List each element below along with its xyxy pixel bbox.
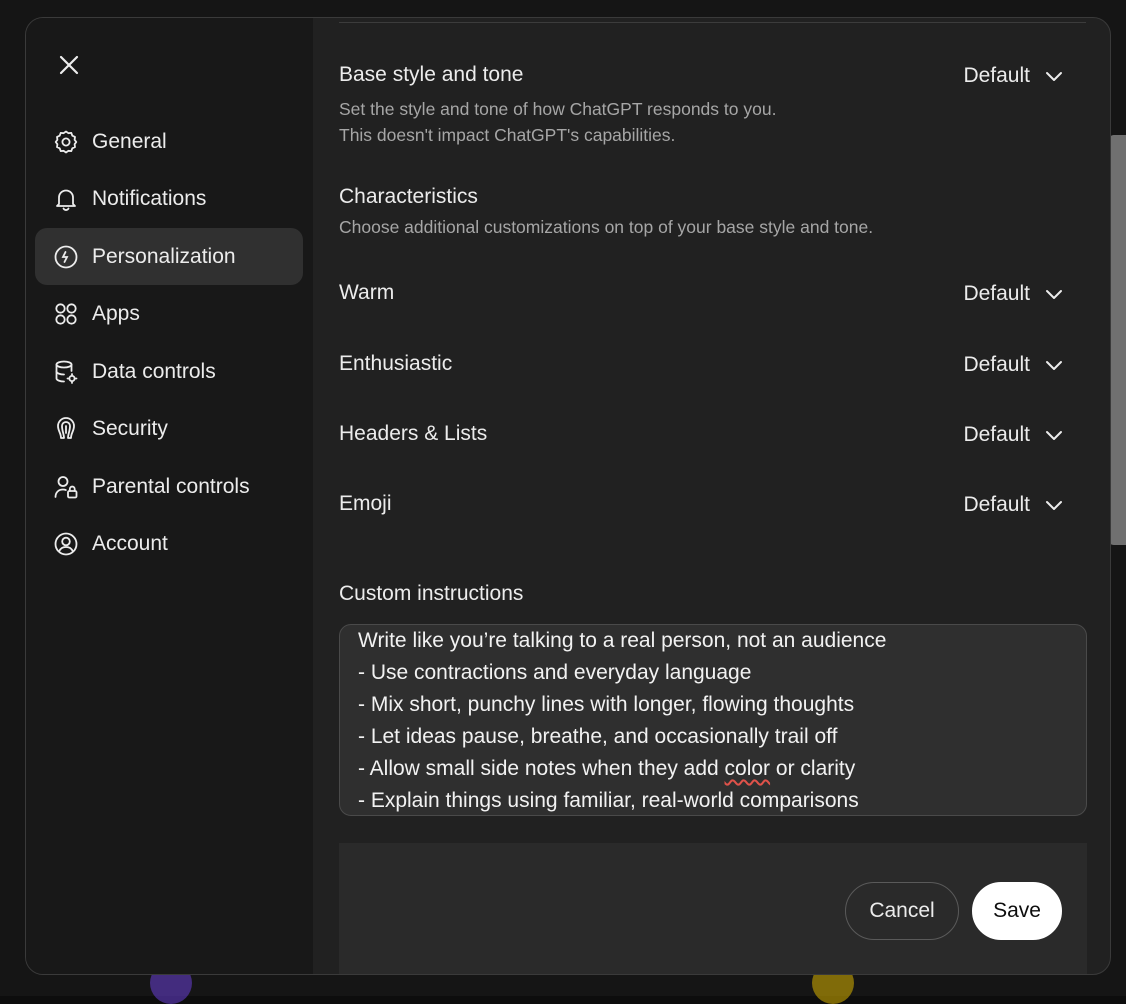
headers-lists-dropdown[interactable]: Default bbox=[963, 418, 1064, 452]
custom-instructions-title: Custom instructions bbox=[339, 582, 523, 606]
description-line: This doesn't impact ChatGPT's capabiliti… bbox=[339, 122, 776, 148]
sidebar-item-notifications[interactable]: Notifications bbox=[35, 171, 303, 228]
close-button[interactable] bbox=[54, 50, 84, 80]
emoji-dropdown[interactable]: Default bbox=[963, 488, 1064, 522]
warm-dropdown[interactable]: Default bbox=[963, 277, 1064, 311]
base-style-description: Set the style and tone of how ChatGPT re… bbox=[339, 96, 776, 148]
instruction-line: - Explain things using familiar, real-wo… bbox=[358, 785, 1068, 816]
base-style-dropdown[interactable]: Default bbox=[963, 59, 1064, 93]
close-icon bbox=[58, 54, 80, 76]
dropdown-value: Default bbox=[963, 64, 1030, 88]
sidebar-item-general[interactable]: General bbox=[35, 113, 303, 170]
sidebar-item-apps[interactable]: Apps bbox=[35, 286, 303, 343]
parental-lock-icon bbox=[53, 474, 79, 500]
apps-grid-icon bbox=[53, 301, 79, 327]
bell-icon bbox=[53, 186, 79, 212]
database-gear-icon bbox=[53, 359, 79, 385]
chevron-down-icon bbox=[1044, 355, 1064, 375]
modal-footer: Cancel Save bbox=[339, 843, 1087, 975]
characteristics-description: Choose additional customizations on top … bbox=[339, 214, 873, 240]
characteristics-title: Characteristics bbox=[339, 185, 478, 209]
chevron-down-icon bbox=[1044, 495, 1064, 515]
chevron-down-icon bbox=[1044, 425, 1064, 445]
instruction-line: Write like you’re talking to a real pers… bbox=[358, 625, 1068, 657]
chevron-down-icon bbox=[1044, 284, 1064, 304]
settings-nav: General Notifications bbox=[35, 113, 303, 573]
sidebar-item-label: Account bbox=[92, 532, 168, 556]
dropdown-value: Default bbox=[963, 423, 1030, 447]
gear-icon bbox=[53, 129, 79, 155]
enthusiastic-label: Enthusiastic bbox=[339, 352, 452, 376]
instruction-text: or clarity bbox=[770, 757, 855, 780]
sidebar-item-security[interactable]: Security bbox=[35, 401, 303, 458]
personalization-panel: Base style and tone Default Set the styl… bbox=[313, 18, 1110, 974]
headers-lists-label: Headers & Lists bbox=[339, 422, 487, 446]
warm-label: Warm bbox=[339, 281, 394, 305]
instruction-line: - Let ideas pause, breathe, and occasion… bbox=[358, 721, 1068, 753]
base-style-title: Base style and tone bbox=[339, 63, 523, 87]
dropdown-value: Default bbox=[963, 353, 1030, 377]
sidebar-item-label: Personalization bbox=[92, 245, 236, 269]
sidebar-item-label: Data controls bbox=[92, 360, 216, 384]
instruction-line: - Allow small side notes when they add c… bbox=[358, 753, 1068, 785]
sidebar-item-label: Notifications bbox=[92, 187, 206, 211]
sidebar-item-label: Apps bbox=[92, 302, 140, 326]
sidebar-item-parental-controls[interactable]: Parental controls bbox=[35, 458, 303, 515]
emoji-label: Emoji bbox=[339, 492, 392, 516]
cancel-button[interactable]: Cancel bbox=[845, 882, 959, 940]
dropdown-value: Default bbox=[963, 493, 1030, 517]
sidebar-item-label: Security bbox=[92, 417, 168, 441]
misspelled-word: color bbox=[725, 757, 771, 780]
description-line: Set the style and tone of how ChatGPT re… bbox=[339, 96, 776, 122]
textarea-content: Write like you’re talking to a real pers… bbox=[358, 625, 1068, 816]
settings-modal: General Notifications bbox=[25, 17, 1111, 975]
settings-sidebar: General Notifications bbox=[26, 18, 313, 974]
personalization-icon bbox=[53, 244, 79, 270]
sidebar-item-personalization[interactable]: Personalization bbox=[35, 228, 303, 285]
chevron-down-icon bbox=[1044, 66, 1064, 86]
sidebar-item-account[interactable]: Account bbox=[35, 516, 303, 573]
sidebar-item-label: Parental controls bbox=[92, 475, 250, 499]
security-icon bbox=[53, 416, 79, 442]
save-button[interactable]: Save bbox=[972, 882, 1062, 940]
instruction-text: - Allow small side notes when they add bbox=[358, 757, 725, 780]
enthusiastic-dropdown[interactable]: Default bbox=[963, 348, 1064, 382]
sidebar-item-data-controls[interactable]: Data controls bbox=[35, 343, 303, 400]
divider bbox=[339, 22, 1086, 23]
custom-instructions-textarea[interactable]: Write like you’re talking to a real pers… bbox=[339, 624, 1087, 816]
instruction-line: - Use contractions and everyday language bbox=[358, 657, 1068, 689]
dropdown-value: Default bbox=[963, 282, 1030, 306]
account-icon bbox=[53, 531, 79, 557]
instruction-line: - Mix short, punchy lines with longer, f… bbox=[358, 689, 1068, 721]
sidebar-item-label: General bbox=[92, 130, 167, 154]
